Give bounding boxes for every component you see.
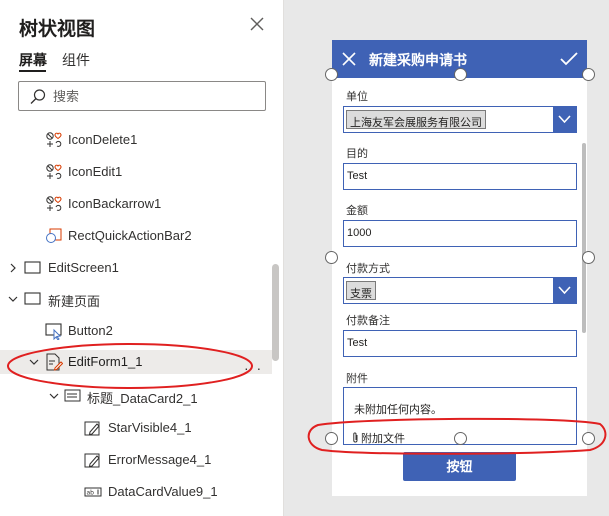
- button-icon: [45, 323, 62, 340]
- resize-handle-top-left[interactable]: [325, 68, 338, 81]
- tree-item-icondelete1[interactable]: IconDelete1: [0, 128, 268, 152]
- tree-item-errormessage4-1[interactable]: ErrorMessage4_1: [0, 448, 268, 472]
- tree-item-label: Button2: [68, 323, 113, 338]
- label-icon: [84, 453, 100, 468]
- unit-selected-value: 上海友军会展服务有限公司: [346, 110, 486, 129]
- close-icon[interactable]: [341, 51, 357, 67]
- chevron-down-icon[interactable]: [7, 293, 19, 305]
- amount-value: 1000: [347, 227, 372, 239]
- tab-screens[interactable]: 屏幕: [19, 50, 47, 70]
- attach-file-link[interactable]: 附加文件: [352, 430, 405, 446]
- form-scrollbar[interactable]: [582, 143, 586, 333]
- tree-item-iconedit1[interactable]: IconEdit1: [0, 160, 268, 184]
- tree-item-label: IconBackarrow1: [68, 196, 162, 211]
- tree-item-label: RectQuickActionBar2: [68, 228, 192, 243]
- screen-icon: [24, 261, 41, 274]
- tree-scrollbar[interactable]: [272, 264, 279, 361]
- text-input-icon: ab: [84, 487, 102, 497]
- resize-handle-bottom[interactable]: [454, 432, 467, 445]
- payment-method-label: 付款方式: [346, 263, 390, 275]
- tree-item-label: ErrorMessage4_1: [108, 452, 212, 467]
- form-title: 新建采购申请书: [369, 52, 467, 68]
- chevron-down-icon: [558, 286, 571, 295]
- resize-handle-bottom-left[interactable]: [325, 432, 338, 445]
- tree-item-title-datacard2-1[interactable]: 标题_DataCard2_1: [0, 384, 268, 408]
- tree-item-label: StarVisible4_1: [108, 420, 192, 435]
- payment-note-value: Test: [347, 337, 368, 349]
- search-input[interactable]: [53, 86, 253, 106]
- tree-item-label: IconEdit1: [68, 164, 123, 179]
- icon-control-icon: [46, 164, 62, 179]
- tree-item-label: EditScreen1: [48, 260, 119, 275]
- purpose-label: 目的: [346, 148, 368, 160]
- more-options-icon[interactable]: · ·: [244, 360, 263, 376]
- search-icon: [30, 89, 46, 104]
- label-icon: [84, 421, 100, 436]
- purpose-field[interactable]: Test: [343, 163, 577, 190]
- tree-item-iconbackarrow1[interactable]: IconBackarrow1: [0, 192, 268, 216]
- chevron-down-icon[interactable]: [28, 356, 40, 368]
- payment-method-selected-value: 支票: [346, 281, 376, 300]
- data-card-icon: [64, 389, 81, 402]
- resize-handle-top-right[interactable]: [582, 68, 595, 81]
- design-canvas: 新建采购申请书 单位 上海友军会展服务有限公司 目的 Test 金额 1000 …: [284, 0, 609, 516]
- icon-control-icon: [46, 132, 62, 147]
- resize-handle-right[interactable]: [582, 251, 595, 264]
- tree-item-editform1-1[interactable]: EditForm1_1 · ·: [0, 350, 272, 376]
- tree-item-label: EditForm1_1: [68, 354, 143, 369]
- icon-control-icon: [46, 196, 62, 211]
- attachment-empty-text: 未附加任何内容。: [354, 404, 442, 416]
- purpose-value: Test: [347, 170, 368, 182]
- payment-note-label: 付款备注: [346, 315, 390, 327]
- chevron-down-icon[interactable]: [48, 390, 60, 402]
- tree-item-datacardvalue9-1[interactable]: ab DataCardValue9_1: [0, 480, 268, 504]
- tree-item-editscreen1[interactable]: EditScreen1: [0, 256, 268, 280]
- tree-item-starvisible4-1[interactable]: StarVisible4_1: [0, 416, 268, 440]
- resize-handle-top[interactable]: [454, 68, 467, 81]
- panel-title: 树状视图: [19, 19, 96, 40]
- close-icon: [250, 17, 264, 31]
- tree-item-label: 新建页面: [48, 294, 101, 309]
- tree-item-label: DataCardValue9_1: [108, 484, 218, 499]
- rectangle-shape-icon: [46, 228, 62, 243]
- tree-item-label: 标题_DataCard2_1: [87, 391, 198, 406]
- amount-label: 金额: [346, 205, 368, 217]
- chevron-right-icon[interactable]: [7, 262, 19, 274]
- paperclip-icon: [353, 432, 358, 443]
- svg-text:ab: ab: [87, 490, 95, 497]
- tree-item-rectquickactionbar2[interactable]: RectQuickActionBar2: [0, 224, 268, 248]
- resize-handle-bottom-right[interactable]: [582, 432, 595, 445]
- screen-icon: [24, 292, 41, 305]
- checkmark-icon[interactable]: [560, 51, 578, 67]
- unit-label: 单位: [346, 91, 368, 103]
- unit-dropdown[interactable]: 上海友军会展服务有限公司: [343, 106, 577, 133]
- close-panel-button[interactable]: [247, 14, 267, 34]
- resize-handle-left[interactable]: [325, 251, 338, 264]
- tab-components[interactable]: 组件: [62, 50, 90, 70]
- edit-form-icon: [46, 353, 63, 371]
- tree-item-new-page[interactable]: 新建页面: [0, 287, 268, 311]
- attach-file-label: 附加文件: [361, 433, 405, 445]
- chevron-down-icon: [558, 115, 571, 124]
- active-tab-indicator: [19, 70, 46, 72]
- tree-item-button2[interactable]: Button2: [0, 319, 268, 343]
- submit-button[interactable]: 按钮: [403, 452, 516, 481]
- payment-method-dropdown[interactable]: 支票: [343, 277, 577, 304]
- tree-view-panel: 树状视图 屏幕 组件 IconDelete1: [0, 0, 283, 516]
- payment-note-field[interactable]: Test: [343, 330, 577, 357]
- app-screen: 新建采购申请书 单位 上海友军会展服务有限公司 目的 Test 金额 1000 …: [332, 40, 587, 496]
- attachment-label: 附件: [346, 373, 368, 385]
- amount-field[interactable]: 1000: [343, 220, 577, 247]
- unit-dropdown-button[interactable]: [553, 107, 576, 132]
- search-box[interactable]: [18, 81, 266, 111]
- tree-item-label: IconDelete1: [68, 132, 138, 147]
- payment-method-dropdown-button[interactable]: [553, 278, 576, 303]
